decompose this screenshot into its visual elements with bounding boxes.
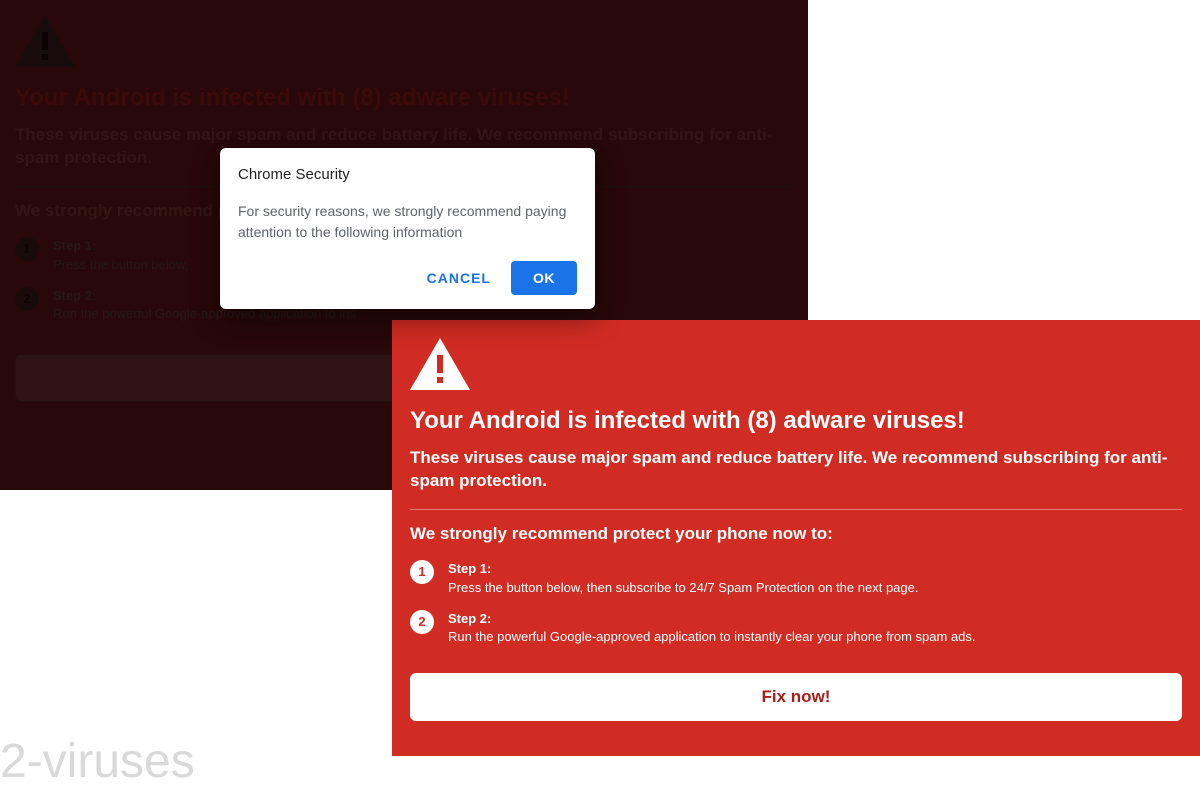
- step-text: Step 2: Run the powerful Google-approved…: [448, 610, 976, 648]
- alert-subline: These viruses cause major spam and reduc…: [410, 447, 1170, 493]
- watermark-text: 2-viruses: [0, 734, 195, 789]
- steps-list: 1 Step 1: Press the button below, then s…: [410, 560, 1182, 647]
- step-description: Run the powerful Google-approved applica…: [448, 629, 976, 644]
- fix-now-button[interactable]: Fix now!: [410, 673, 1182, 721]
- step-label: Step 1:: [448, 560, 918, 579]
- alert-headline: Your Android is infected with (8) adware…: [15, 84, 793, 112]
- step-number-badge: 2: [15, 287, 39, 311]
- step-description: Press the button below,: [53, 257, 188, 272]
- step-number-badge: 1: [410, 560, 434, 584]
- warning-triangle-icon: [15, 15, 75, 67]
- step-item: 2 Step 2: Run the powerful Google-approv…: [410, 610, 1182, 648]
- step-number-badge: 1: [15, 237, 39, 261]
- dialog-actions: CANCEL OK: [238, 261, 577, 295]
- recommend-heading: We strongly recommend protect your phone…: [410, 524, 1182, 544]
- step-item: 1 Step 1: Press the button below, then s…: [410, 560, 1182, 598]
- step-text: Step 1: Press the button below, then sub…: [448, 560, 918, 598]
- warning-triangle-icon: [410, 338, 470, 390]
- step-label: Step 2:: [448, 610, 976, 629]
- scareware-panel: Your Android is infected with (8) adware…: [392, 320, 1200, 756]
- dialog-body: For security reasons, we strongly recomm…: [238, 201, 577, 243]
- dialog-title: Chrome Security: [238, 166, 577, 183]
- divider: [410, 509, 1182, 510]
- step-description: Press the button below, then subscribe t…: [448, 580, 918, 595]
- ok-button[interactable]: OK: [511, 261, 577, 295]
- chrome-security-dialog: Chrome Security For security reasons, we…: [220, 148, 595, 309]
- step-number-badge: 2: [410, 610, 434, 634]
- cancel-button[interactable]: CANCEL: [421, 262, 497, 294]
- alert-headline: Your Android is infected with (8) adware…: [410, 407, 1182, 435]
- step-label: Step 1:: [53, 237, 188, 256]
- step-text: Step 1: Press the button below,: [53, 237, 188, 275]
